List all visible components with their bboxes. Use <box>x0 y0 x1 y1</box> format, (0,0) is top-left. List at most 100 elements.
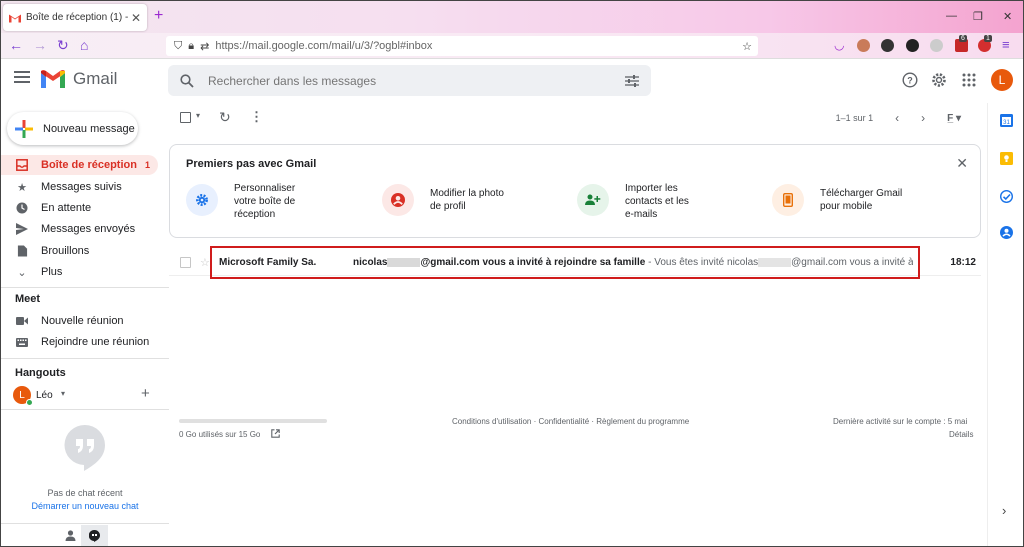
extension-dark-icon[interactable] <box>906 39 919 52</box>
tab-title: Boîte de réception (1) - leonid <box>26 12 131 23</box>
pocket-icon[interactable]: ◡ <box>834 38 844 52</box>
add-contact-icon[interactable]: + <box>141 385 150 402</box>
last-activity-text: Dernière activité sur le compte : 5 mai <box>833 417 968 426</box>
home-icon[interactable]: ⌂ <box>80 37 88 53</box>
close-icon[interactable]: ✕ <box>956 155 968 172</box>
hangouts-icon <box>89 530 100 542</box>
search-options-icon[interactable] <box>625 74 639 87</box>
getting-started-card: Premiers pas avec Gmail ✕ Personnaliser … <box>169 144 981 238</box>
search-bar[interactable] <box>168 65 651 96</box>
apps-grid-icon[interactable] <box>961 72 977 88</box>
step-import-contacts[interactable]: Importer les contacts et les e-mails <box>577 182 689 221</box>
main-menu-icon[interactable] <box>14 71 30 83</box>
row-checkbox[interactable] <box>180 257 191 268</box>
step-label: de profil <box>430 201 466 212</box>
sidebar-item-starred[interactable]: ★ Messages suivis <box>1 177 158 197</box>
sidebar-item-label: En attente <box>41 202 92 214</box>
extension-avatar-icon[interactable] <box>857 39 870 52</box>
sidebar-item-label: Boîte de réception <box>41 159 137 171</box>
restore-icon[interactable]: ❐ <box>973 10 983 23</box>
adblock-badge: 1 <box>984 35 992 42</box>
step-label: réception <box>234 209 276 220</box>
pagination: 1–1 sur 1 ‹ › F̲ ▾ <box>836 111 961 125</box>
permissions-icon[interactable]: ⇄ <box>200 40 209 53</box>
footer-links[interactable]: Conditions d'utilisation · Confidentiali… <box>452 417 689 426</box>
sidebar-item-snoozed[interactable]: En attente <box>1 198 158 218</box>
compose-label: Nouveau message <box>43 122 135 135</box>
minimize-icon[interactable]: — <box>946 10 957 22</box>
hangouts-chat-bubble-icon <box>64 424 105 471</box>
email-time: 18:12 <box>950 257 976 268</box>
search-input[interactable] <box>208 73 625 88</box>
settings-gear-icon[interactable] <box>931 72 947 88</box>
menu-icon[interactable]: ≡ <box>1002 37 1010 52</box>
extension-grey-icon[interactable] <box>930 39 943 52</box>
lock-icon[interactable]: 🔒︎ <box>188 40 194 53</box>
meet-new-meeting[interactable]: Nouvelle réunion <box>1 311 158 331</box>
sidebar-item-drafts[interactable]: Brouillons <box>1 241 158 261</box>
browser-window: Boîte de réception (1) - leonid ✕ + — ❐ … <box>0 0 1024 547</box>
close-window-icon[interactable]: ✕ <box>1003 10 1012 23</box>
new-tab-icon[interactable]: + <box>154 7 163 25</box>
select-dropdown-icon[interactable]: ▾ <box>196 111 200 120</box>
forward-icon[interactable]: → <box>33 37 47 53</box>
start-chat-link[interactable]: Démarrer un nouveau chat <box>1 501 169 511</box>
sidebar-item-sent[interactable]: Messages envoyés <box>1 219 158 239</box>
chat-tab[interactable] <box>81 525 108 546</box>
sidebar-item-label: Plus <box>41 266 63 278</box>
extension-icon[interactable] <box>881 39 894 52</box>
chevron-down-icon: ⌄ <box>17 266 27 279</box>
help-icon[interactable]: ? <box>902 72 918 88</box>
gmail-logo[interactable]: Gmail <box>41 69 117 89</box>
details-link[interactable]: Détails <box>949 430 973 439</box>
sidebar-item-more[interactable]: ⌄ Plus <box>1 262 158 282</box>
step-label: e-mails <box>625 209 658 220</box>
shield-icon[interactable]: ⛉ <box>174 40 182 53</box>
browser-tab[interactable]: Boîte de réception (1) - leonid ✕ <box>3 4 147 31</box>
step-label: pour mobile <box>820 201 873 212</box>
contacts-icon[interactable] <box>1000 226 1013 239</box>
address-bar[interactable]: ⛉ 🔒︎ ⇄ https://mail.google.com/mail/u/3/… <box>166 36 758 56</box>
step-label: contacts et les <box>625 196 689 207</box>
tasks-icon[interactable] <box>1000 190 1013 203</box>
select-all-checkbox[interactable] <box>180 112 191 123</box>
input-tools-icon[interactable]: F̲ ▾ <box>947 113 961 124</box>
draft-icon <box>16 245 28 257</box>
step-label: Télécharger Gmail <box>820 188 903 199</box>
search-icon[interactable] <box>180 73 194 88</box>
reload-icon[interactable]: ↻ <box>57 37 69 54</box>
sidebar-item-label: Rejoindre une réunion <box>41 336 150 348</box>
more-options-icon[interactable]: ⋮ <box>250 109 263 125</box>
sidebar-item-inbox[interactable]: Boîte de réception 1 <box>1 155 158 175</box>
prev-page-icon[interactable]: ‹ <box>895 111 899 125</box>
card-title: Premiers pas avec Gmail <box>186 158 317 170</box>
close-tab-icon[interactable]: ✕ <box>131 11 141 25</box>
step-mobile-app[interactable]: Télécharger Gmail pour mobile <box>772 182 902 216</box>
bookmark-star-icon[interactable]: ☆ <box>742 40 752 53</box>
gmail-header: Gmail ? <box>1 59 1023 103</box>
next-page-icon[interactable]: › <box>921 111 925 125</box>
star-toggle-icon[interactable]: ☆ <box>200 256 210 269</box>
gmail-favicon-icon <box>9 14 21 22</box>
calendar-icon[interactable]: 31 <box>1000 114 1013 127</box>
send-icon <box>16 223 28 235</box>
sidebar-item-label: Nouvelle réunion <box>41 315 124 327</box>
online-status-dot <box>26 399 33 406</box>
keep-icon[interactable] <box>1000 152 1013 165</box>
unread-count-badge: 1 <box>144 160 150 170</box>
meet-join-meeting[interactable]: Rejoindre une réunion <box>1 332 158 352</box>
step-customize-inbox[interactable]: Personnaliser votre boîte de réception <box>186 182 295 221</box>
browser-toolbar: ← → ↻ ⌂ ⛉ 🔒︎ ⇄ https://mail.google.com/m… <box>1 33 1023 59</box>
expand-panel-icon[interactable]: › <box>1002 503 1006 518</box>
status-dropdown-icon[interactable]: ▾ <box>61 389 65 398</box>
compose-button[interactable]: Nouveau message <box>7 112 138 145</box>
account-avatar[interactable]: L <box>991 69 1013 91</box>
step-profile-photo[interactable]: Modifier la photo de profil <box>382 182 504 216</box>
contacts-person-icon[interactable] <box>65 530 76 541</box>
back-icon[interactable]: ← <box>9 37 23 53</box>
divider <box>1 523 169 524</box>
external-link-icon[interactable] <box>271 429 280 438</box>
refresh-icon[interactable]: ↻ <box>219 109 231 126</box>
gmail-wordmark: Gmail <box>73 69 118 88</box>
hangouts-user-name[interactable]: Léo <box>36 390 53 401</box>
